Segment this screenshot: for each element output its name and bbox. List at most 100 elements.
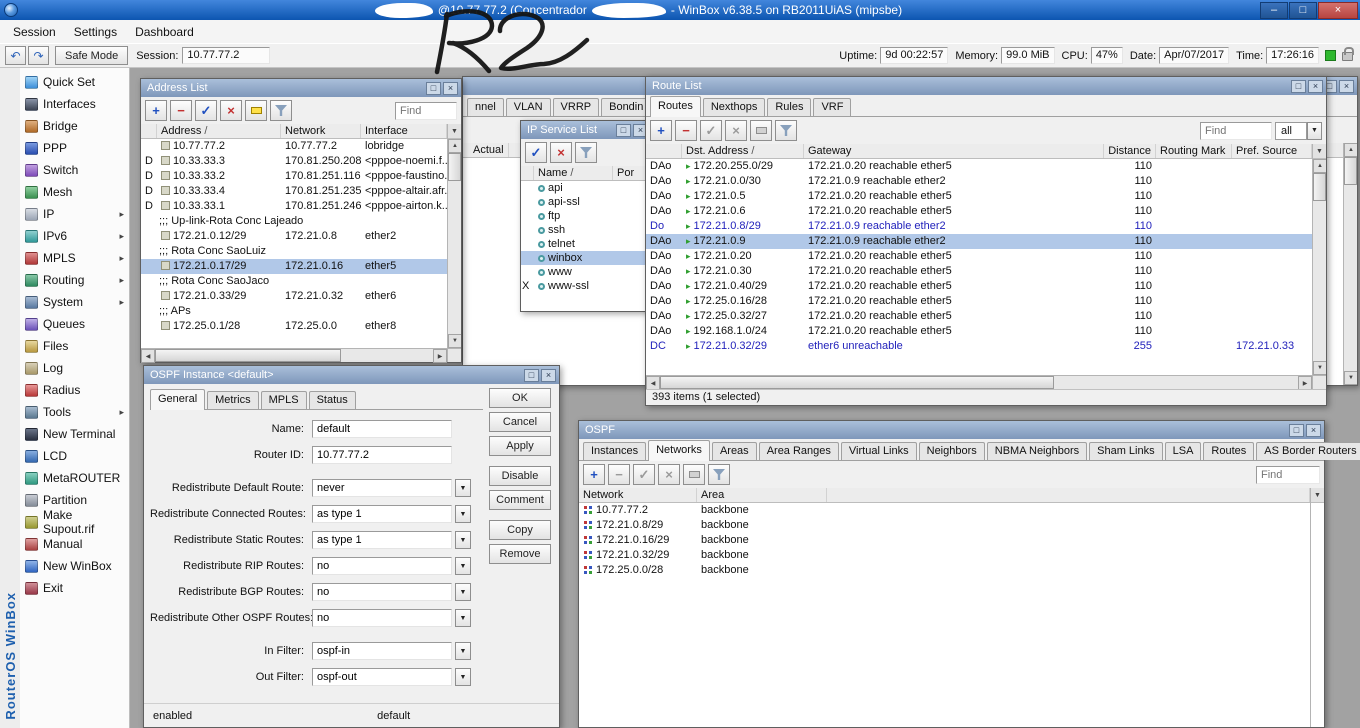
route-row[interactable]: DC ▸ 172.21.0.32/29 ether6 unreachable 25… [646, 339, 1312, 354]
tab[interactable]: Virtual Links [840, 442, 917, 460]
column-select-icon[interactable]: ▼ [1311, 488, 1324, 503]
column-actual[interactable]: Actual [469, 143, 509, 157]
minimize-button[interactable]: – [1260, 1, 1288, 19]
sidebar-item[interactable]: New Terminal [20, 423, 129, 445]
tab[interactable]: Status [308, 391, 356, 409]
dropdown-icon[interactable]: ▼ [455, 557, 471, 575]
address-row[interactable]: ;;; Up-link-Rota Conc Lajeado [141, 214, 447, 229]
close-button[interactable]: × [1318, 1, 1358, 19]
comment-button[interactable] [245, 100, 267, 121]
field-input[interactable] [312, 583, 452, 601]
service-row[interactable]: ssh [521, 223, 651, 237]
tab[interactable]: VLAN [505, 98, 551, 116]
column-select-icon[interactable]: ▼ [1313, 144, 1326, 159]
menu-item[interactable]: Settings [65, 23, 126, 41]
sidebar-item[interactable]: PPP [20, 137, 129, 159]
service-row[interactable]: www [521, 265, 651, 279]
field-input[interactable] [312, 479, 452, 497]
scroll-thumb[interactable] [1344, 157, 1357, 185]
filter-button[interactable] [270, 100, 292, 121]
close-button[interactable]: × [1339, 79, 1354, 93]
field-input[interactable] [312, 642, 452, 660]
sidebar-item[interactable]: Routing ▸ [20, 269, 129, 291]
address-row[interactable]: ;;; Rota Conc SaoLuiz [141, 244, 447, 259]
address-row[interactable]: 172.21.0.12/29 172.21.0.8 ether2 [141, 229, 447, 244]
scroll-left-icon[interactable]: ◀ [646, 376, 660, 390]
scroll-up-icon[interactable]: ▲ [448, 139, 461, 153]
field-input[interactable] [312, 557, 452, 575]
tab[interactable]: VRF [813, 98, 852, 116]
field-input[interactable] [312, 420, 452, 438]
route-row[interactable]: DAo ▸ 172.25.0.32/27 172.21.0.20 reachabl… [646, 309, 1312, 324]
tab[interactable]: Routes [1203, 442, 1255, 460]
sidebar-item[interactable]: Interfaces [20, 93, 129, 115]
remove-button[interactable]: − [608, 464, 630, 485]
column-select-icon[interactable]: ▼ [448, 124, 461, 139]
column-interface[interactable]: Interface [361, 124, 447, 138]
field-input[interactable] [312, 668, 452, 686]
scroll-right-icon[interactable]: ▶ [433, 349, 447, 363]
field-input[interactable] [312, 505, 452, 523]
service-row[interactable]: telnet [521, 237, 651, 251]
dropdown-icon[interactable]: ▼ [455, 505, 471, 523]
redo-button[interactable]: ↷ [28, 46, 49, 65]
service-row[interactable]: X www-ssl [521, 279, 651, 293]
maximize-button[interactable]: □ [426, 81, 441, 95]
address-list-titlebar[interactable]: Address List □ × [141, 79, 461, 97]
tab[interactable]: Nexthops [702, 98, 766, 116]
field-input[interactable] [312, 446, 452, 464]
dropdown-icon[interactable]: ▼ [455, 479, 471, 497]
route-row[interactable]: DAo ▸ 192.168.1.0/24 172.21.0.20 reachabl… [646, 324, 1312, 339]
route-row[interactable]: DAo ▸ 172.21.0.30 172.21.0.20 reachable e… [646, 264, 1312, 279]
safe-mode-button[interactable]: Safe Mode [55, 46, 129, 65]
sidebar-item[interactable]: Quick Set [20, 71, 129, 93]
field-input[interactable] [312, 531, 452, 549]
dialog-button[interactable]: Apply [489, 436, 551, 456]
maximize-button[interactable]: □ [616, 123, 631, 137]
tab[interactable]: NBMA Neighbors [986, 442, 1088, 460]
address-row[interactable]: 172.21.0.17/29 172.21.0.16 ether5 [141, 259, 447, 274]
maximize-button[interactable]: □ [1289, 1, 1317, 19]
sidebar-item[interactable]: Radius [20, 379, 129, 401]
address-row[interactable]: ;;; APs [141, 304, 447, 319]
sidebar-item[interactable]: Log [20, 357, 129, 379]
tab[interactable]: Areas [711, 442, 757, 460]
main-titlebar[interactable]: @10.77.77.2 (Concentrador - WinBox v6.38… [0, 0, 1360, 20]
tab[interactable]: Rules [767, 98, 812, 116]
maximize-button[interactable]: □ [1291, 79, 1306, 93]
route-row[interactable]: DAo ▸ 172.21.0.5 172.21.0.20 reachable et… [646, 189, 1312, 204]
filter-button[interactable] [575, 142, 597, 163]
column-area[interactable]: Area [697, 488, 827, 502]
add-button[interactable]: + [583, 464, 605, 485]
tab[interactable]: LSA [1164, 442, 1202, 460]
tab[interactable]: AS Border Routers [1256, 442, 1360, 460]
sidebar-item[interactable]: Bridge [20, 115, 129, 137]
sidebar-item[interactable]: IPv6 ▸ [20, 225, 129, 247]
add-button[interactable]: + [650, 120, 672, 141]
remove-button[interactable]: − [170, 100, 192, 121]
remove-button[interactable]: − [675, 120, 697, 141]
tab[interactable]: Area Ranges [758, 442, 839, 460]
tab[interactable]: General [150, 389, 206, 410]
session-value[interactable]: 10.77.77.2 [182, 47, 271, 64]
scroll-right-icon[interactable]: ▶ [1298, 376, 1312, 390]
disable-button[interactable]: × [220, 100, 242, 121]
find-input[interactable] [1200, 121, 1272, 140]
sidebar-item[interactable]: Tools ▸ [20, 401, 129, 423]
ospf-network-row[interactable]: 172.25.0.0/28 backbone [579, 563, 1310, 578]
ospf-network-row[interactable]: 172.21.0.16/29 backbone [579, 533, 1310, 548]
scroll-down-icon[interactable]: ▼ [1344, 371, 1357, 385]
address-row[interactable]: ;;; Rota Conc SaoJaco [141, 274, 447, 289]
disable-button[interactable]: × [658, 464, 680, 485]
tab[interactable]: Routes [650, 96, 701, 117]
vertical-scrollbar[interactable]: ▲ ▼ [1313, 159, 1326, 375]
column-pref-source[interactable]: Pref. Source [1232, 144, 1312, 158]
enable-button[interactable]: ✓ [633, 464, 655, 485]
enable-button[interactable]: ✓ [700, 120, 722, 141]
dropdown-icon[interactable]: ▼ [455, 668, 471, 686]
dialog-button[interactable]: Remove [489, 544, 551, 564]
close-button[interactable]: × [443, 81, 458, 95]
service-row[interactable]: api [521, 181, 651, 195]
find-input[interactable] [395, 101, 457, 120]
scroll-up-icon[interactable]: ▲ [1313, 159, 1326, 173]
